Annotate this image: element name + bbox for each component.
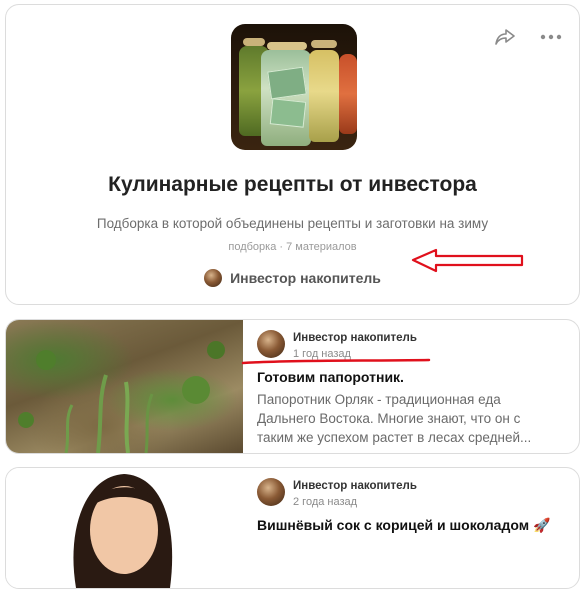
more-dots-icon[interactable] (539, 25, 563, 49)
collection-description: Подборка в которой объединены рецепты и … (96, 216, 489, 231)
post-card[interactable]: Инвестор накопитель 2 года назад Вишнёвы… (5, 467, 580, 589)
collection-cover-image[interactable] (231, 24, 357, 150)
post-snippet: Папоротник Орляк - традиционная еда Даль… (257, 392, 532, 445)
post-title[interactable]: Вишнёвый сок с корицей и шоколадом 🚀 (257, 517, 550, 534)
annotation-arrow-icon (411, 248, 524, 273)
post-title[interactable]: Готовим папоротник. (257, 369, 404, 385)
avatar[interactable] (257, 478, 285, 506)
post-thumbnail[interactable] (6, 468, 243, 588)
avatar (204, 269, 223, 287)
collection-title: Кулинарные рецепты от инвестора (108, 173, 477, 196)
post-author[interactable]: Инвестор накопитель (293, 480, 417, 492)
post-author[interactable]: Инвестор накопитель (293, 332, 417, 344)
collection-author-name: Инвестор накопитель (230, 270, 381, 286)
annotation-underline-icon (241, 358, 431, 365)
avatar[interactable] (257, 330, 285, 358)
post-card[interactable]: Инвестор накопитель 1 год назад Готовим … (5, 319, 580, 454)
share-icon[interactable] (493, 25, 517, 49)
post-time: 2 года назад (293, 496, 358, 508)
post-thumbnail[interactable] (6, 320, 243, 453)
